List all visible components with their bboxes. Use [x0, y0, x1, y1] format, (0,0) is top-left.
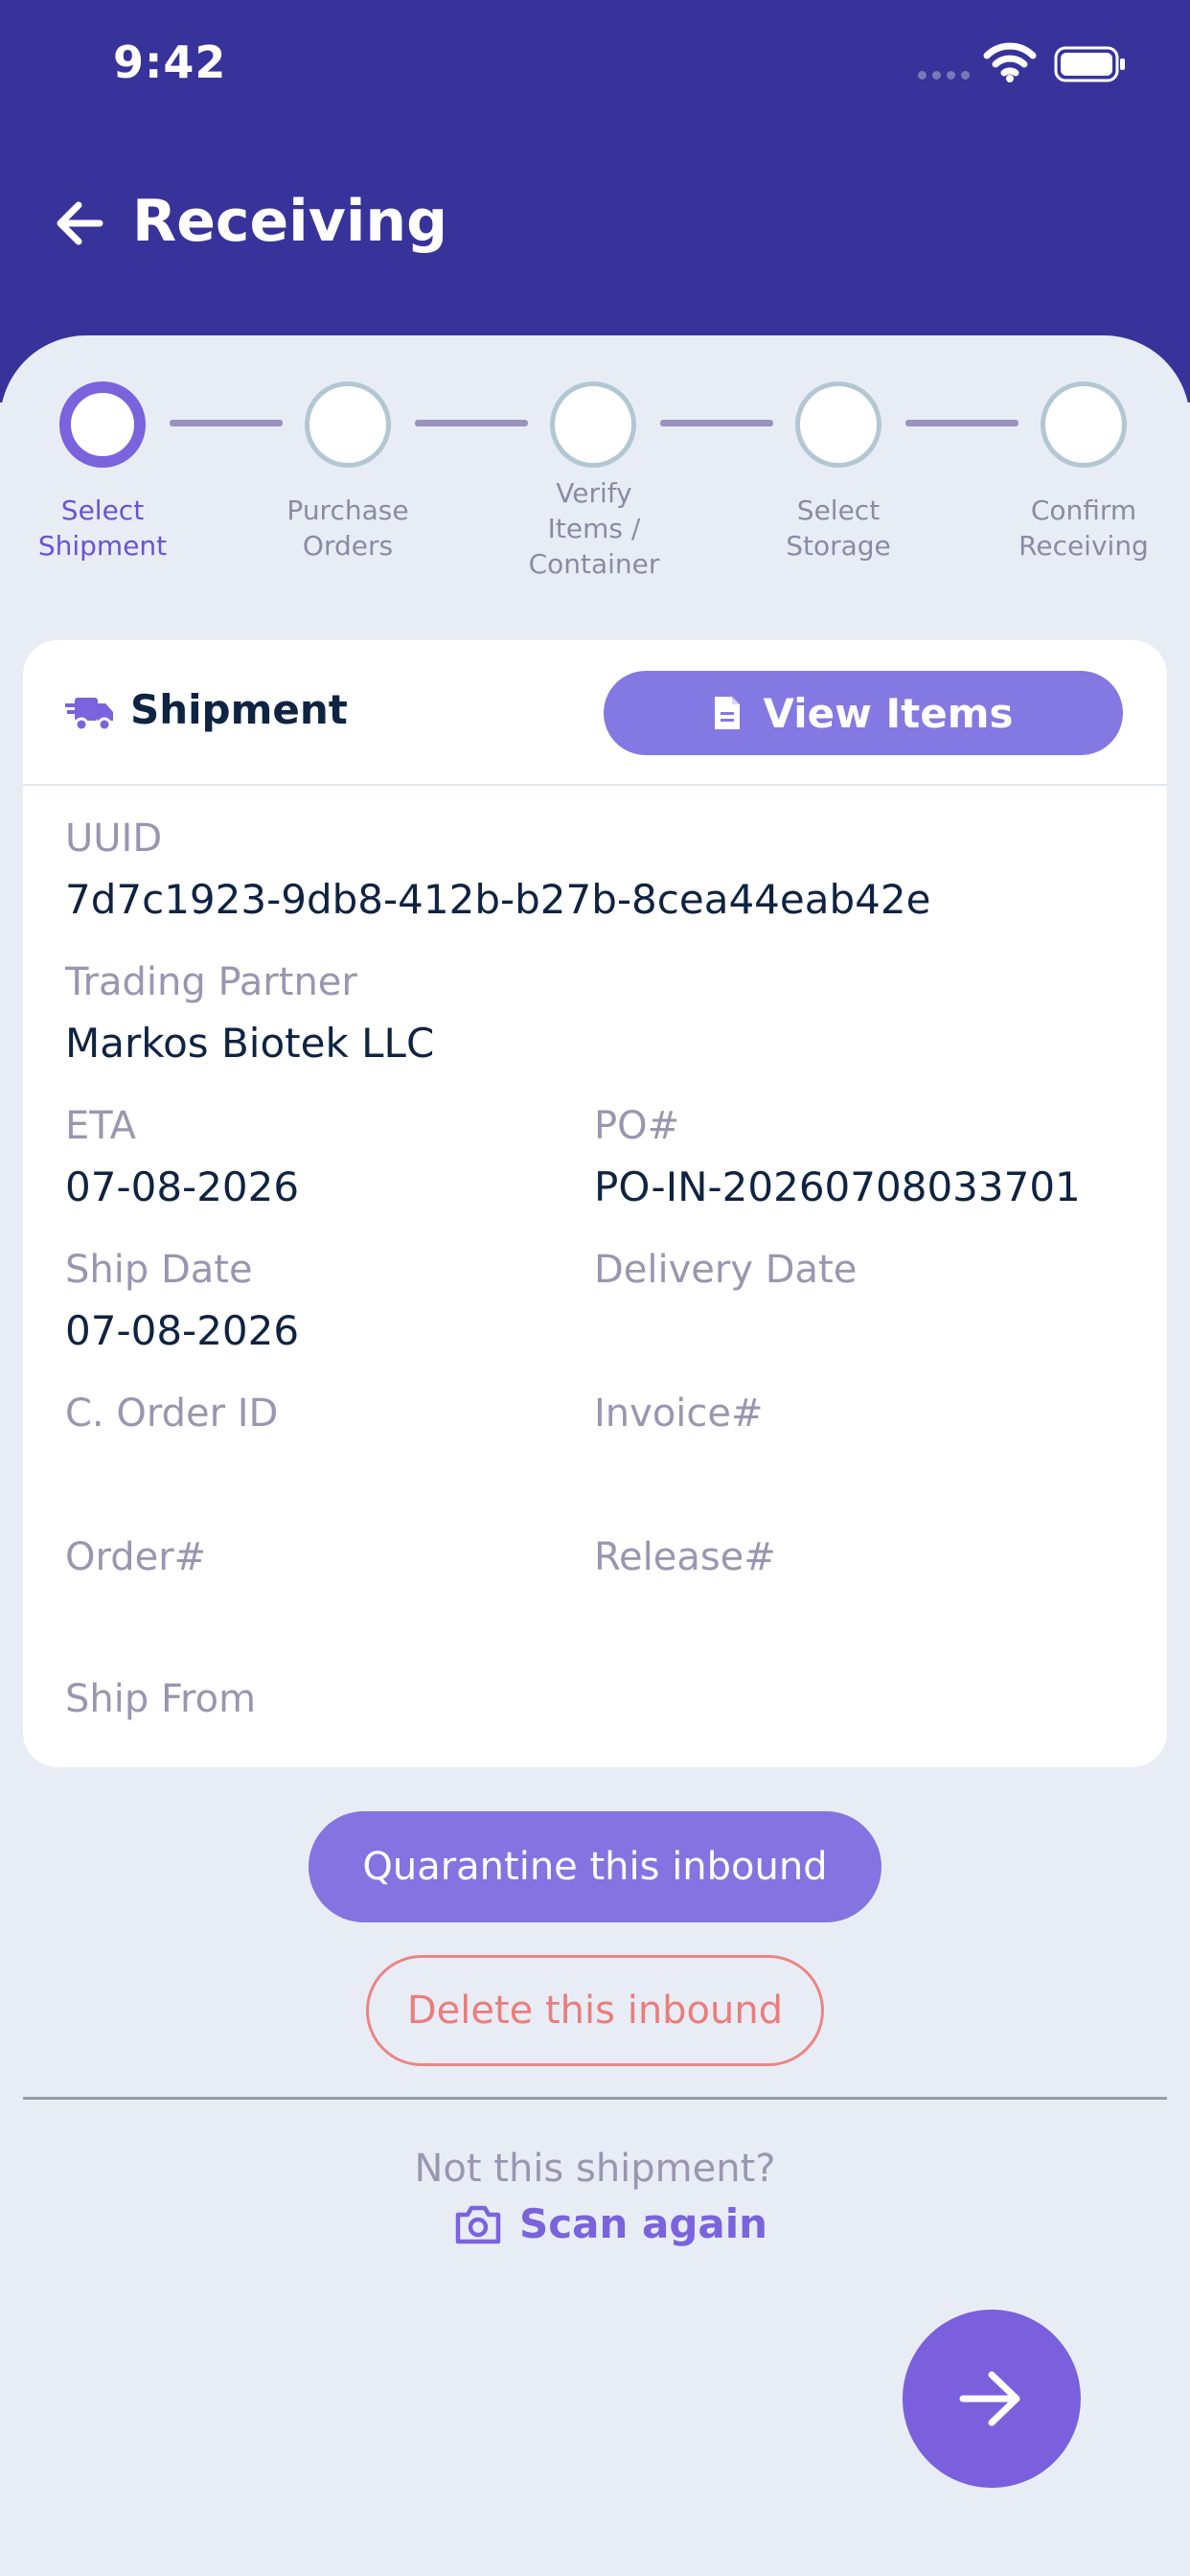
trading-partner-value: Markos Biotek LLC [65, 1020, 435, 1067]
ship-date-label: Ship Date [65, 1248, 253, 1292]
step-label: Verify Items / Container [528, 477, 660, 580]
arrow-right-icon [959, 2371, 1020, 2426]
step-label: Purchase Orders [286, 494, 409, 562]
step-verify-items[interactable] [550, 381, 636, 468]
wifi-icon [983, 42, 1037, 82]
ship-from-label: Ship From [65, 1677, 257, 1721]
step-connector [660, 420, 773, 426]
eta-value: 07-08-2026 [65, 1163, 300, 1210]
c-order-id-label: C. Order ID [65, 1392, 279, 1436]
not-this-shipment-text: Not this shipment? [414, 2147, 776, 2191]
eta-label: ETA [65, 1104, 136, 1148]
step-connector [905, 420, 1018, 426]
step-label: Select Storage [786, 494, 891, 562]
step-label: Confirm Receiving [1018, 494, 1149, 562]
scan-again-label: Scan again [519, 2200, 768, 2247]
scan-again-link[interactable]: Scan again [454, 2200, 767, 2247]
po-value: PO-IN-20260708033701 [594, 1163, 1081, 1210]
release-label: Release# [594, 1535, 776, 1579]
truck-icon [65, 698, 113, 732]
view-items-button[interactable]: View Items [604, 671, 1123, 755]
step-connector [415, 420, 528, 426]
step-label: Select Shipment [37, 494, 168, 562]
section-divider [23, 2097, 1167, 2100]
step-confirm-receiving[interactable] [1041, 381, 1127, 468]
battery-icon [1054, 46, 1125, 82]
delivery-date-label: Delivery Date [594, 1248, 858, 1292]
camera-icon [455, 2205, 501, 2243]
status-time: 9:42 [113, 36, 227, 88]
ship-date-value: 07-08-2026 [65, 1307, 300, 1354]
po-label: PO# [594, 1104, 680, 1148]
step-select-storage[interactable] [795, 381, 881, 468]
card-divider [23, 784, 1167, 786]
step-connector [170, 420, 283, 426]
quarantine-button[interactable]: Quarantine this inbound [309, 1811, 881, 1922]
document-icon [715, 697, 741, 729]
arrow-left-icon[interactable] [54, 197, 105, 249]
step-select-shipment[interactable] [59, 381, 146, 468]
page-title: Receiving [132, 188, 448, 255]
invoice-label: Invoice# [594, 1392, 764, 1436]
delete-button[interactable]: Delete this inbound [366, 1955, 824, 2066]
uuid-value: 7d7c1923-9db8-412b-b27b-8cea44eab42e [65, 876, 931, 923]
uuid-label: UUID [65, 816, 163, 861]
step-purchase-orders[interactable] [305, 381, 391, 468]
order-label: Order# [65, 1535, 207, 1579]
cellular-signal-icon [918, 71, 970, 80]
view-items-label: View Items [763, 689, 1014, 737]
next-step-button[interactable] [903, 2310, 1081, 2488]
trading-partner-label: Trading Partner [65, 960, 357, 1004]
card-title: Shipment [130, 686, 348, 733]
